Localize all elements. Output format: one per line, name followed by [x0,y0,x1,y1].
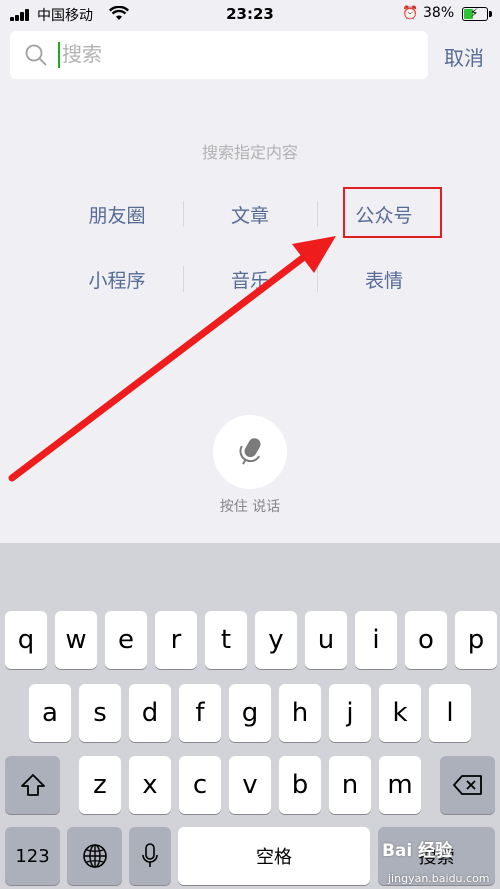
watermark: Bai 经验 jingyan.baidu.com [382,836,500,889]
key-g[interactable]: g [229,684,271,742]
key-p[interactable]: p [455,611,497,669]
battery-charging-icon: ⚡ [462,6,488,21]
key-w[interactable]: w [55,611,97,669]
battery-percent: 38% [423,5,455,21]
search-input[interactable] [62,34,422,74]
status-bar: 中国移动 23:23 ⏰ 38% ⚡ [0,0,500,28]
key-e[interactable]: e [105,611,147,669]
key-a[interactable]: a [29,684,71,742]
microphone-icon [239,438,261,465]
key-s[interactable]: s [79,684,121,742]
key-i[interactable]: i [355,611,397,669]
globe-icon [82,844,107,868]
category-moments[interactable]: 朋友圈 [50,201,184,228]
shift-icon [20,774,45,796]
key-k[interactable]: k [379,684,421,742]
backspace-icon [452,775,482,795]
key-x[interactable]: x [129,756,171,814]
search-icon [25,44,47,66]
category-music[interactable]: 音乐 [183,266,317,293]
watermark-site: jingyan.baidu.com [388,872,490,885]
key-z[interactable]: z [79,756,121,814]
key-t[interactable]: t [205,611,247,669]
text-caret [58,42,60,68]
watermark-logo: Bai 经验 [382,841,453,861]
key-r[interactable]: r [155,611,197,669]
category-mini-programs[interactable]: 小程序 [50,266,184,293]
shift-key[interactable] [5,756,60,814]
globe-key[interactable] [67,827,122,885]
key-m[interactable]: m [379,756,421,814]
space-key[interactable]: 空格 [178,827,370,885]
key-f[interactable]: f [179,684,221,742]
key-b[interactable]: b [279,756,321,814]
key-v[interactable]: v [229,756,271,814]
dictation-key[interactable] [129,827,171,885]
key-y[interactable]: y [255,611,297,669]
key-q[interactable]: q [5,611,47,669]
key-d[interactable]: d [129,684,171,742]
key-j[interactable]: j [329,684,371,742]
key-u[interactable]: u [305,611,347,669]
key-n[interactable]: n [329,756,371,814]
numbers-key[interactable]: 123 [5,827,60,885]
key-h[interactable]: h [279,684,321,742]
voice-hint: 按住 说话 [219,499,281,515]
alarm-icon: ⏰ [402,6,419,21]
cancel-button[interactable]: 取消 [444,42,484,71]
search-scope-title: 搜索指定内容 [201,143,298,162]
backspace-key[interactable] [440,756,495,814]
category-articles[interactable]: 文章 [183,201,317,228]
battery-cap [489,11,492,17]
microphone-icon [142,843,158,867]
voice-input-button[interactable] [213,415,287,489]
key-o[interactable]: o [405,611,447,669]
annotation-highlight-box [343,187,442,238]
key-c[interactable]: c [179,756,221,814]
category-stickers[interactable]: 表情 [317,266,451,293]
key-l[interactable]: l [429,684,471,742]
